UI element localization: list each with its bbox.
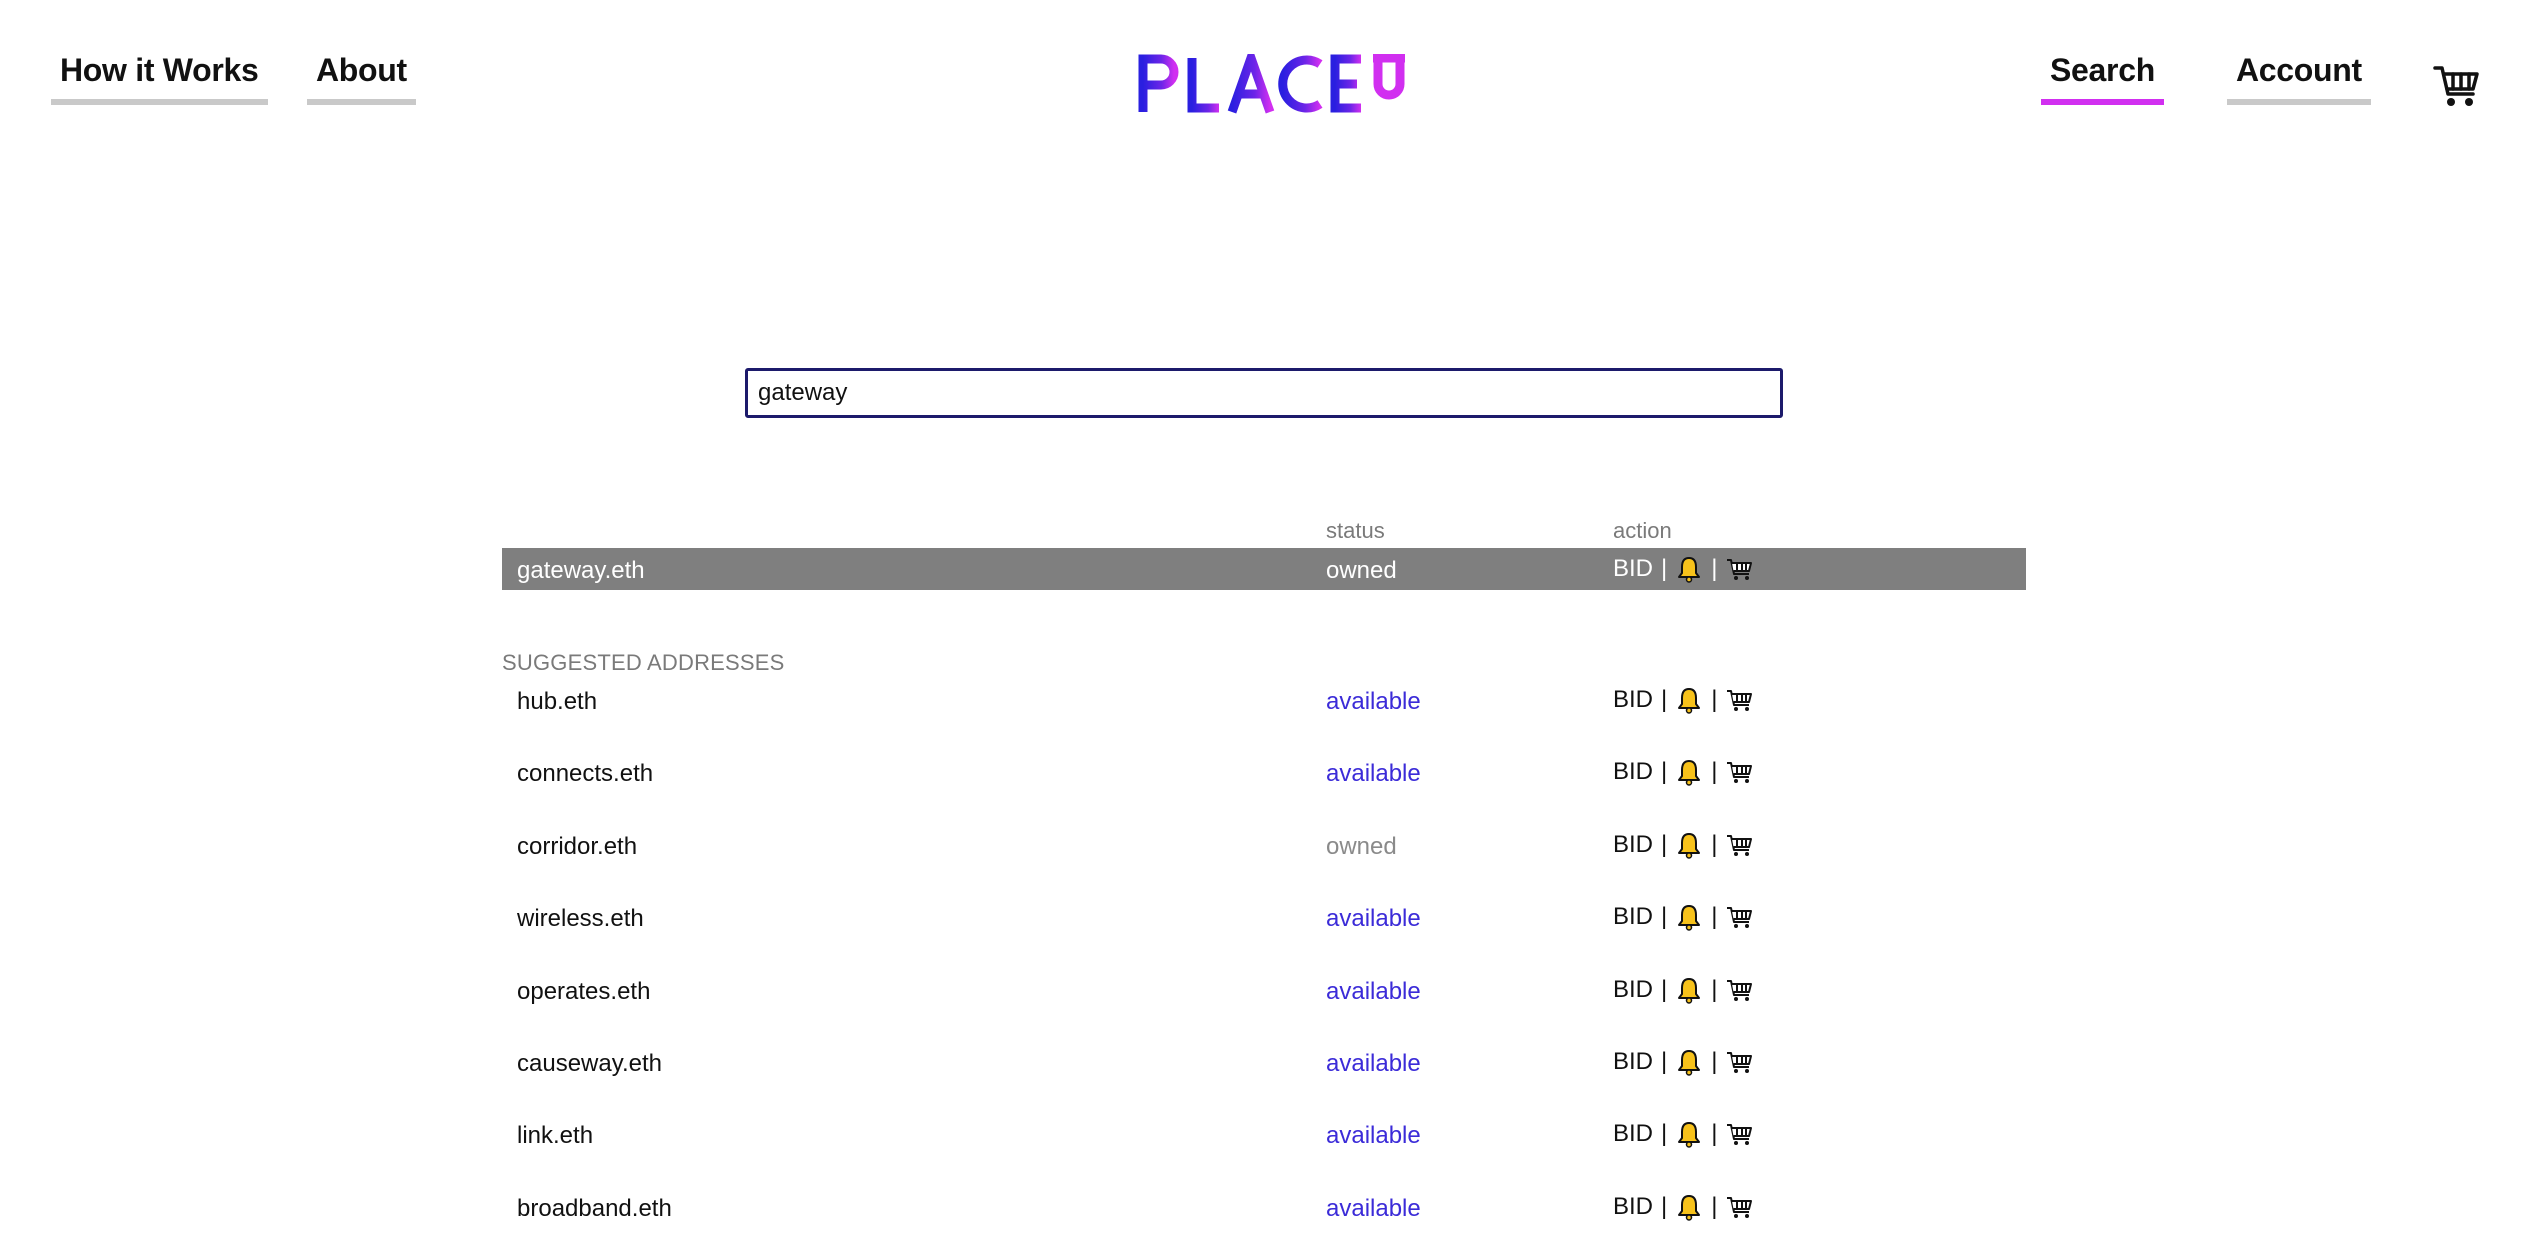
separator: | <box>1711 903 1718 931</box>
separator: | <box>1711 1192 1718 1220</box>
suggested-status: available <box>1326 1122 1421 1150</box>
bell-icon[interactable] <box>1675 686 1703 714</box>
cart-icon[interactable] <box>1725 758 1753 786</box>
suggested-status: available <box>1326 1050 1421 1077</box>
suggested-actions: BID | | <box>1613 1120 1753 1149</box>
suggested-status: available <box>1326 977 1421 1005</box>
nav-how-it-works-label: How it Works <box>60 52 259 88</box>
cart-icon[interactable] <box>1725 555 1753 583</box>
suggested-name[interactable]: corridor.eth <box>517 833 637 861</box>
suggested-status: available <box>1326 760 1421 788</box>
bid-button[interactable]: BID <box>1613 976 1653 1004</box>
suggested-name[interactable]: connects.eth <box>517 760 653 788</box>
separator: | <box>1711 758 1718 786</box>
suggested-actions: BID | | <box>1613 1048 1753 1076</box>
bell-icon[interactable] <box>1675 1193 1703 1221</box>
bell-icon[interactable] <box>1675 1048 1703 1076</box>
bell-icon[interactable] <box>1675 1120 1703 1149</box>
suggested-name[interactable]: operates.eth <box>517 978 650 1006</box>
suggested-row[interactable]: link.eth available BID | | <box>502 1113 2026 1155</box>
suggested-row[interactable]: wireless.eth available BID | | <box>502 896 2026 938</box>
nav-search[interactable]: Search <box>2041 50 2164 105</box>
suggested-name[interactable]: hub.eth <box>517 688 597 716</box>
separator: | <box>1661 555 1668 582</box>
suggested-status: available <box>1326 688 1421 715</box>
nav-underline <box>307 99 416 105</box>
cart-icon[interactable] <box>1725 903 1753 931</box>
separator: | <box>1711 1120 1718 1148</box>
separator: | <box>1661 1192 1668 1220</box>
separator: | <box>1711 1048 1718 1075</box>
bid-button[interactable]: BID <box>1613 1048 1653 1076</box>
nav-about-label: About <box>316 52 407 88</box>
suggested-name[interactable]: broadband.eth <box>517 1195 672 1223</box>
separator: | <box>1661 975 1668 1003</box>
bell-icon[interactable] <box>1675 976 1703 1004</box>
bid-button[interactable]: BID <box>1613 1193 1653 1221</box>
separator: | <box>1661 903 1668 931</box>
suggested-row[interactable]: causeway.eth available BID | | <box>502 1041 2026 1083</box>
cart-icon[interactable] <box>2433 62 2481 110</box>
suggested-addresses-heading: SUGGESTED ADDRESSES <box>502 650 785 675</box>
separator: | <box>1661 686 1668 713</box>
result-name[interactable]: gateway.eth <box>517 557 645 585</box>
suggested-actions: BID | | <box>1613 758 1753 787</box>
separator: | <box>1661 758 1668 786</box>
suggested-status: available <box>1326 1194 1421 1222</box>
separator: | <box>1661 830 1668 858</box>
bell-icon[interactable] <box>1675 831 1703 859</box>
nav-underline-active <box>2041 99 2164 105</box>
cart-icon[interactable] <box>1725 1193 1753 1221</box>
suggested-actions: BID | | <box>1613 976 1753 1004</box>
bell-icon[interactable] <box>1675 758 1703 787</box>
result-row[interactable]: gateway.eth owned BID | | <box>502 548 2026 590</box>
cart-icon[interactable] <box>1725 976 1753 1004</box>
separator: | <box>1661 1048 1668 1075</box>
suggested-actions: BID | | <box>1613 903 1753 931</box>
nav-account-label: Account <box>2236 52 2362 88</box>
nav-underline <box>2227 99 2371 105</box>
suggested-name[interactable]: wireless.eth <box>517 905 644 933</box>
suggested-actions: BID | | <box>1613 686 1753 714</box>
nav-account[interactable]: Account <box>2227 50 2371 105</box>
nav-underline <box>51 99 268 105</box>
column-header-status: status <box>1326 518 1385 543</box>
bid-button[interactable]: BID <box>1613 758 1653 786</box>
suggested-status: available <box>1326 905 1421 933</box>
separator: | <box>1711 686 1718 713</box>
placeu-logo[interactable] <box>1137 54 1409 114</box>
cart-icon[interactable] <box>1725 686 1753 714</box>
column-header-action: action <box>1613 518 1672 543</box>
nav-how-it-works[interactable]: How it Works <box>51 50 268 105</box>
suggested-actions: BID | | <box>1613 831 1753 859</box>
separator: | <box>1711 555 1718 582</box>
bell-icon[interactable] <box>1675 903 1703 931</box>
bid-button[interactable]: BID <box>1613 555 1653 583</box>
bid-button[interactable]: BID <box>1613 686 1653 714</box>
bell-icon[interactable] <box>1675 555 1703 583</box>
result-actions: BID | | <box>1613 555 1753 583</box>
separator: | <box>1711 975 1718 1003</box>
suggested-status: owned <box>1326 832 1397 860</box>
suggested-actions: BID | | <box>1613 1193 1753 1221</box>
search-input[interactable] <box>745 368 1783 418</box>
nav-about[interactable]: About <box>307 50 416 105</box>
result-status: owned <box>1326 557 1397 584</box>
bid-button[interactable]: BID <box>1613 831 1653 859</box>
cart-icon[interactable] <box>1725 1048 1753 1076</box>
nav-search-label: Search <box>2050 52 2155 88</box>
suggested-name[interactable]: link.eth <box>517 1122 593 1150</box>
suggested-name[interactable]: causeway.eth <box>517 1050 662 1078</box>
bid-button[interactable]: BID <box>1613 1120 1653 1148</box>
cart-icon[interactable] <box>1725 831 1753 859</box>
suggested-row[interactable]: connects.eth available BID | | <box>502 751 2026 793</box>
separator: | <box>1661 1120 1668 1148</box>
suggested-row[interactable]: operates.eth available BID | | <box>502 969 2026 1011</box>
cart-icon[interactable] <box>1725 1120 1753 1148</box>
bid-button[interactable]: BID <box>1613 903 1653 931</box>
suggested-row[interactable]: corridor.eth owned BID | | <box>502 824 2026 866</box>
separator: | <box>1711 830 1718 858</box>
suggested-row[interactable]: broadband.eth available BID | | <box>502 1186 2026 1228</box>
suggested-row[interactable]: hub.eth available BID | | <box>502 679 2026 721</box>
